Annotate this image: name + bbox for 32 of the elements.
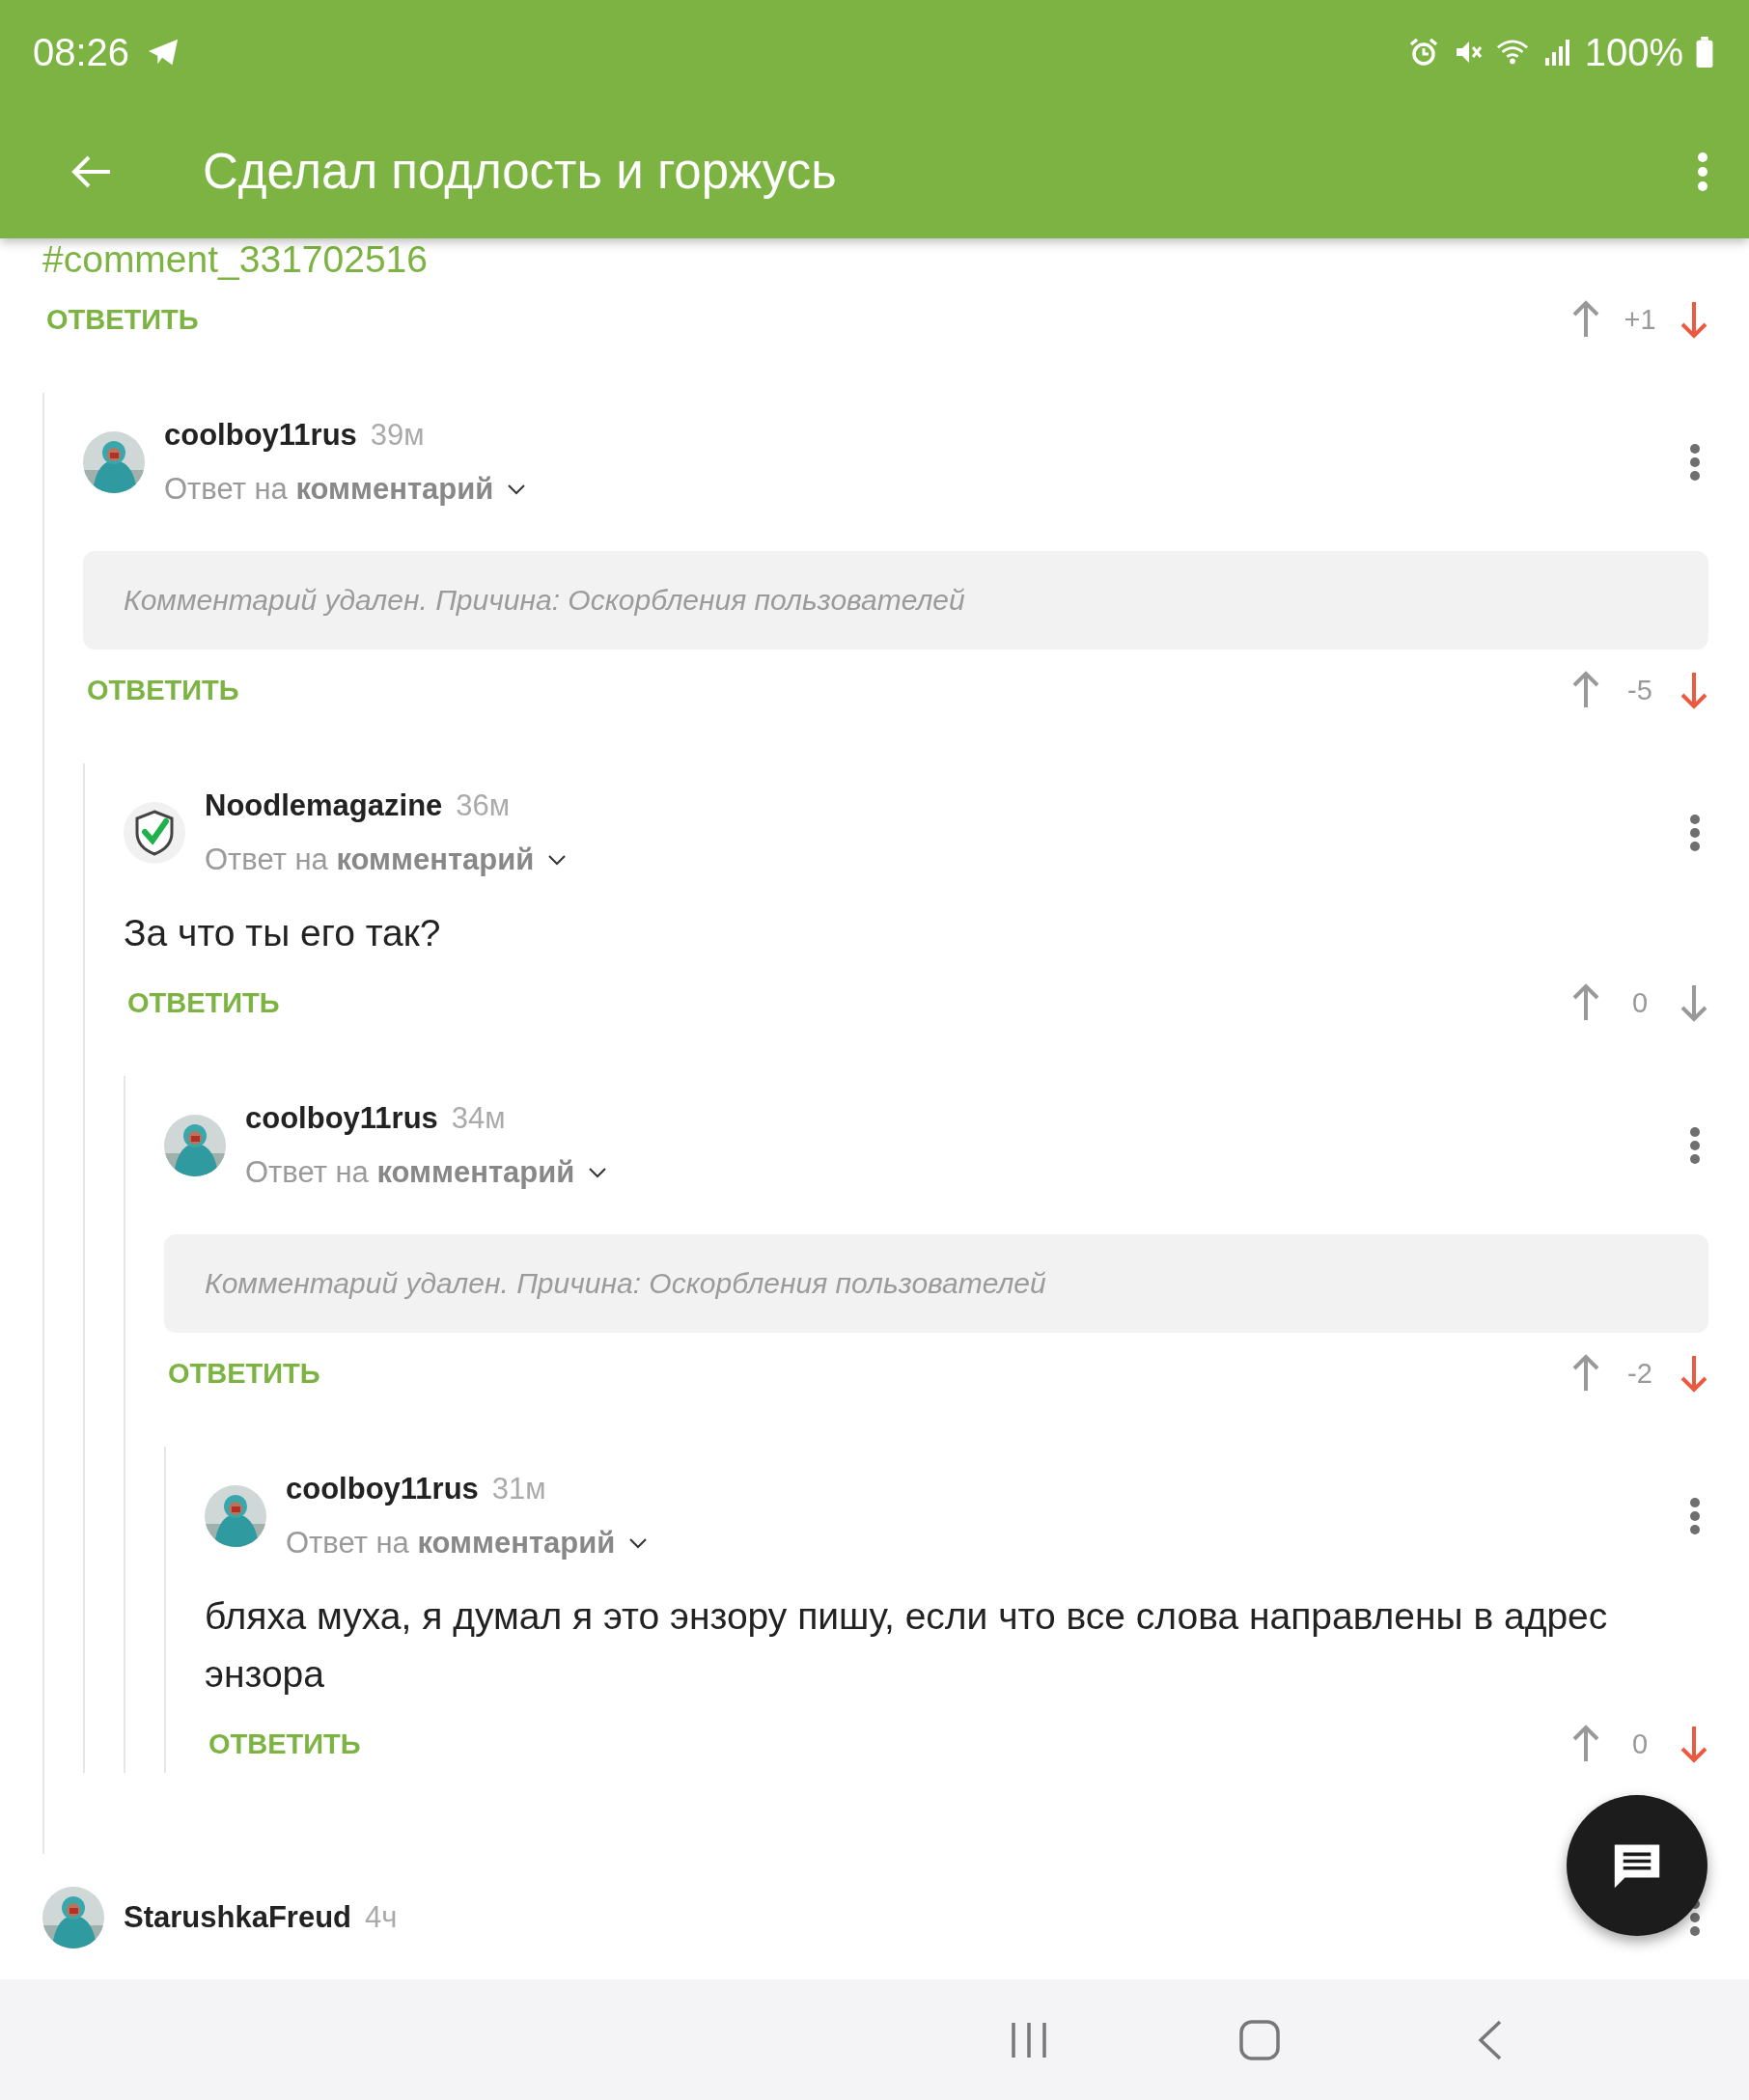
comment-text: бляха муха, я думал я это энзору пишу, если что все слова направлены в адрес энзора [205,1594,1609,1697]
comment-text: За что ты его так? [124,911,442,955]
deleted-notice: Комментарий удален. Причина: Оскорбления пользователей [164,1234,1708,1333]
status-time: 08:26 [33,30,130,74]
reply-to-label[interactable]: Ответ на комментарий [205,843,535,877]
rating: +1 [1624,303,1656,336]
comment-time: 31м [491,1472,546,1506]
comment-time: 4ч [365,1900,398,1935]
username[interactable]: coolboy11rus [245,1101,438,1136]
rating: -2 [1626,1357,1653,1390]
battery-percent: 100% [1584,30,1683,74]
comment-link[interactable]: #comment_331702516 [42,240,1708,279]
reply-button[interactable]: ОТВЕТИТЬ [205,1727,365,1760]
page-title: Сделал подлость и горжусь [203,143,838,200]
comment-time: 39м [370,418,425,453]
reply-to-label[interactable]: Ответ на комментарий [286,1526,616,1561]
reply-to-label[interactable]: Ответ на комментарий [245,1155,575,1190]
reply-button[interactable]: ОТВЕТИТЬ [124,986,284,1019]
deleted-notice: Комментарий удален. Причина: Оскорбления пользователей [83,551,1708,649]
reply-to-label[interactable]: Ответ на комментарий [164,472,494,507]
username[interactable]: StarushkaFreud [124,1900,351,1935]
reply-button[interactable]: ОТВЕТИТЬ [42,303,203,336]
rating: 0 [1630,986,1650,1019]
reply-button[interactable]: ОТВЕТИТЬ [83,674,243,706]
comment-time: 34м [451,1101,506,1136]
reply-button[interactable]: ОТВЕТИТЬ [164,1357,324,1390]
comment-time: 36м [456,788,511,823]
username[interactable]: Noodlemagazine [205,788,443,823]
rating: 0 [1630,1727,1650,1760]
username[interactable]: coolboy11rus [164,418,357,453]
rating: -5 [1626,674,1653,706]
username[interactable]: coolboy11rus [286,1472,479,1506]
